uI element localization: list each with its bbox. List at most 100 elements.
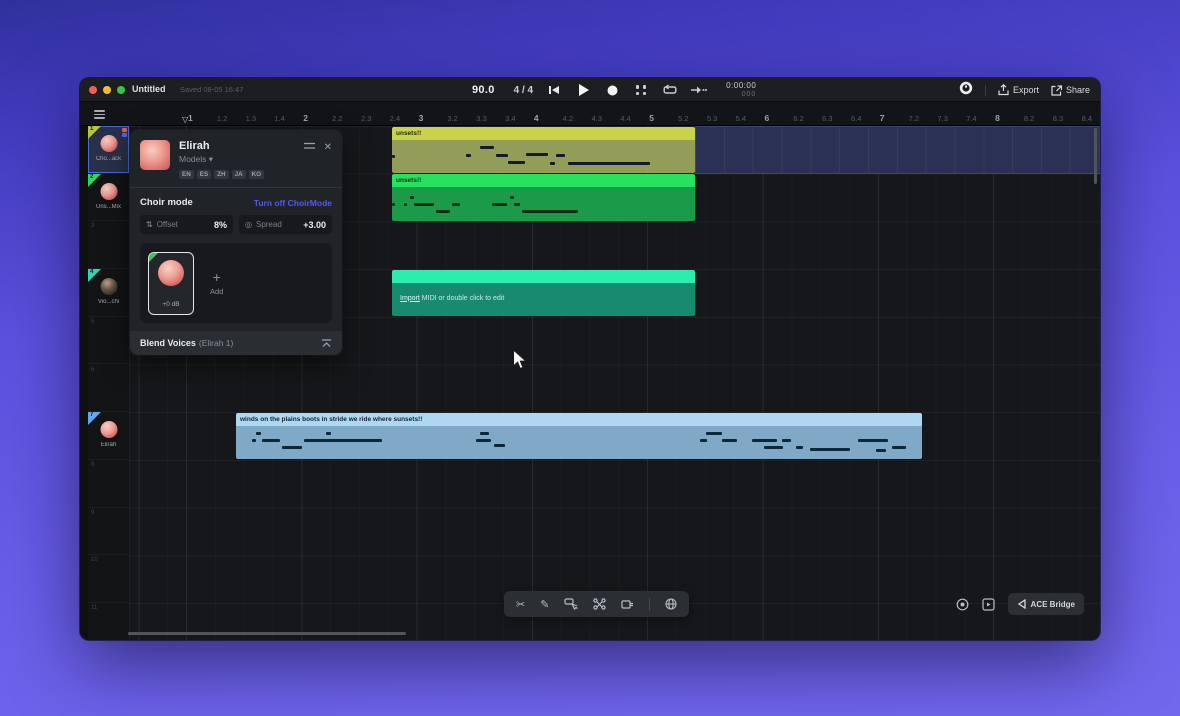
zoom-window-button[interactable] bbox=[117, 86, 125, 94]
minimize-window-button[interactable] bbox=[103, 86, 111, 94]
track-row-vio-chi[interactable]: 4Vio...chi bbox=[88, 269, 129, 317]
track-row-empty[interactable]: 6 bbox=[88, 365, 129, 413]
collapse-icon[interactable] bbox=[321, 339, 332, 348]
track-row-empty[interactable]: 10 bbox=[88, 555, 129, 603]
voice-models-dropdown[interactable]: Models ▾ bbox=[179, 154, 304, 165]
ruler-bar-label: 3 bbox=[419, 113, 424, 123]
count-in-icon[interactable] bbox=[633, 82, 649, 98]
close-window-button[interactable] bbox=[89, 86, 97, 94]
ruler-bar-label: 2 bbox=[303, 113, 308, 123]
punch-icon[interactable] bbox=[691, 82, 707, 98]
clip-lyrics-header bbox=[392, 270, 695, 283]
track-label: Cho...ack bbox=[88, 156, 129, 162]
track-row-empty[interactable]: 8 bbox=[88, 460, 129, 508]
record-icon[interactable] bbox=[604, 82, 620, 98]
offset-control[interactable]: ⇅ Offset 8% bbox=[140, 215, 233, 234]
ruler-beat-label: 1.4 bbox=[274, 114, 284, 123]
ace-bridge-label: ACE Bridge bbox=[1031, 600, 1075, 609]
spread-control[interactable]: ◎ Spread +3.00 bbox=[239, 215, 332, 234]
track-row-cho-ack[interactable]: 1Cho...ack bbox=[88, 126, 129, 174]
track-row-elirah[interactable]: 7Elirah bbox=[88, 412, 129, 460]
target-icon[interactable] bbox=[956, 598, 969, 611]
vertical-scrollbar[interactable] bbox=[1094, 128, 1097, 184]
share-button[interactable]: Share bbox=[1051, 85, 1090, 96]
midi-note bbox=[414, 203, 434, 206]
import-midi-hint: Import MIDI or double click to edit bbox=[400, 295, 504, 302]
empty-track-number: 8 bbox=[91, 462, 94, 468]
empty-track-number: 11 bbox=[91, 605, 97, 611]
transport-controls: 90.0 4 / 4 bbox=[472, 78, 756, 102]
empty-midi-clip-teal[interactable]: Import MIDI or double click to edit bbox=[392, 270, 695, 317]
clip-lyrics-header: winds on the plains boots in stride we r… bbox=[236, 413, 922, 426]
midi-note bbox=[282, 446, 302, 449]
voices-panel: +0 dB + Add bbox=[140, 243, 332, 323]
offset-value: 8% bbox=[214, 220, 227, 230]
clip-body bbox=[236, 426, 922, 460]
export-button[interactable]: Export bbox=[998, 84, 1039, 96]
voice-card[interactable]: +0 dB bbox=[148, 252, 194, 315]
midi-note bbox=[568, 162, 650, 165]
skip-start-icon[interactable] bbox=[546, 82, 562, 98]
language-badges: ENESZHJAKO bbox=[179, 170, 304, 179]
track-row-empty[interactable]: 11 bbox=[88, 603, 129, 640]
midi-note bbox=[326, 432, 331, 435]
track-row-empty[interactable]: 3 bbox=[88, 221, 129, 269]
loop-icon[interactable] bbox=[662, 82, 678, 98]
ruler[interactable]: 11.21.31.422.22.32.433.23.33.444.24.34.4… bbox=[80, 102, 1100, 126]
playhead-marker[interactable]: ▽ bbox=[182, 115, 188, 124]
time-signature[interactable]: 4 / 4 bbox=[514, 85, 533, 96]
account-icon[interactable] bbox=[959, 81, 973, 100]
mute-solo-indicators[interactable] bbox=[122, 128, 127, 138]
ruler-beat-label: 7.4 bbox=[966, 114, 976, 123]
track-row-empty[interactable]: 9 bbox=[88, 508, 129, 556]
scissors-icon[interactable]: ✂ bbox=[516, 598, 525, 611]
globe-icon[interactable] bbox=[665, 598, 677, 610]
empty-track-number: 6 bbox=[91, 367, 94, 373]
turn-off-choirmode-link[interactable]: Turn off ChoirMode bbox=[254, 198, 332, 208]
comp-icon[interactable] bbox=[593, 598, 606, 610]
horizontal-scrollbar[interactable] bbox=[128, 632, 406, 635]
menu-icon[interactable] bbox=[94, 110, 105, 121]
ruler-beat-label: 2.4 bbox=[390, 114, 400, 123]
ruler-beat-label: 7.3 bbox=[937, 114, 947, 123]
midi-note bbox=[480, 146, 494, 149]
voice-gain: +0 dB bbox=[149, 301, 193, 308]
blend-voices-bar[interactable]: Blend Voices (Elirah 1) bbox=[130, 331, 342, 355]
plugin-window-icon[interactable] bbox=[982, 598, 995, 611]
midi-note bbox=[764, 446, 783, 449]
close-icon[interactable]: ✕ bbox=[324, 142, 332, 153]
tempo-display[interactable]: 90.0 bbox=[472, 84, 495, 96]
choir-clip-green[interactable]: unsets!! bbox=[392, 174, 695, 221]
track-row-uns-mix[interactable]: 2Uns...Mix bbox=[88, 174, 129, 222]
midi-note bbox=[436, 210, 450, 213]
device-icon[interactable] bbox=[621, 599, 634, 610]
select-icon[interactable] bbox=[564, 598, 578, 610]
midi-note bbox=[494, 444, 505, 447]
track-row-empty[interactable]: 5 bbox=[88, 317, 129, 365]
track-avatar bbox=[100, 183, 117, 200]
midi-note bbox=[392, 155, 395, 158]
choir-selection-region[interactable] bbox=[695, 126, 1100, 174]
midi-note bbox=[876, 449, 886, 452]
ruler-bar-label: 6 bbox=[765, 113, 770, 123]
play-icon[interactable] bbox=[575, 82, 591, 98]
clip-lyrics-header: unsets!! bbox=[392, 127, 695, 140]
ruler-beat-label: 5.2 bbox=[678, 114, 688, 123]
empty-track-number: 3 bbox=[91, 223, 94, 229]
midi-note bbox=[510, 196, 514, 199]
export-label: Export bbox=[1013, 85, 1039, 95]
language-badge: ES bbox=[197, 170, 211, 179]
import-midi-link[interactable]: Import bbox=[400, 295, 420, 302]
midi-note bbox=[796, 446, 803, 449]
choir-clip-yellow[interactable]: unsets!! bbox=[392, 127, 695, 174]
ruler-bar-label: 1 bbox=[188, 113, 193, 123]
popup-menu-icon[interactable] bbox=[304, 142, 315, 153]
ruler-beat-label: 6.3 bbox=[822, 114, 832, 123]
track-strip: 1Cho...ack2Uns...Mix3 4Vio...chi5 6 7Elirah… bbox=[80, 126, 130, 640]
lyrics-clip-blue[interactable]: winds on the plains boots in stride we r… bbox=[236, 413, 922, 460]
share-icon bbox=[1051, 85, 1062, 96]
spread-label: Spread bbox=[256, 220, 282, 229]
ace-bridge-button[interactable]: ACE Bridge bbox=[1008, 593, 1084, 615]
add-voice-button[interactable]: + Add bbox=[210, 271, 223, 296]
draw-icon[interactable]: ✎ bbox=[540, 598, 549, 611]
